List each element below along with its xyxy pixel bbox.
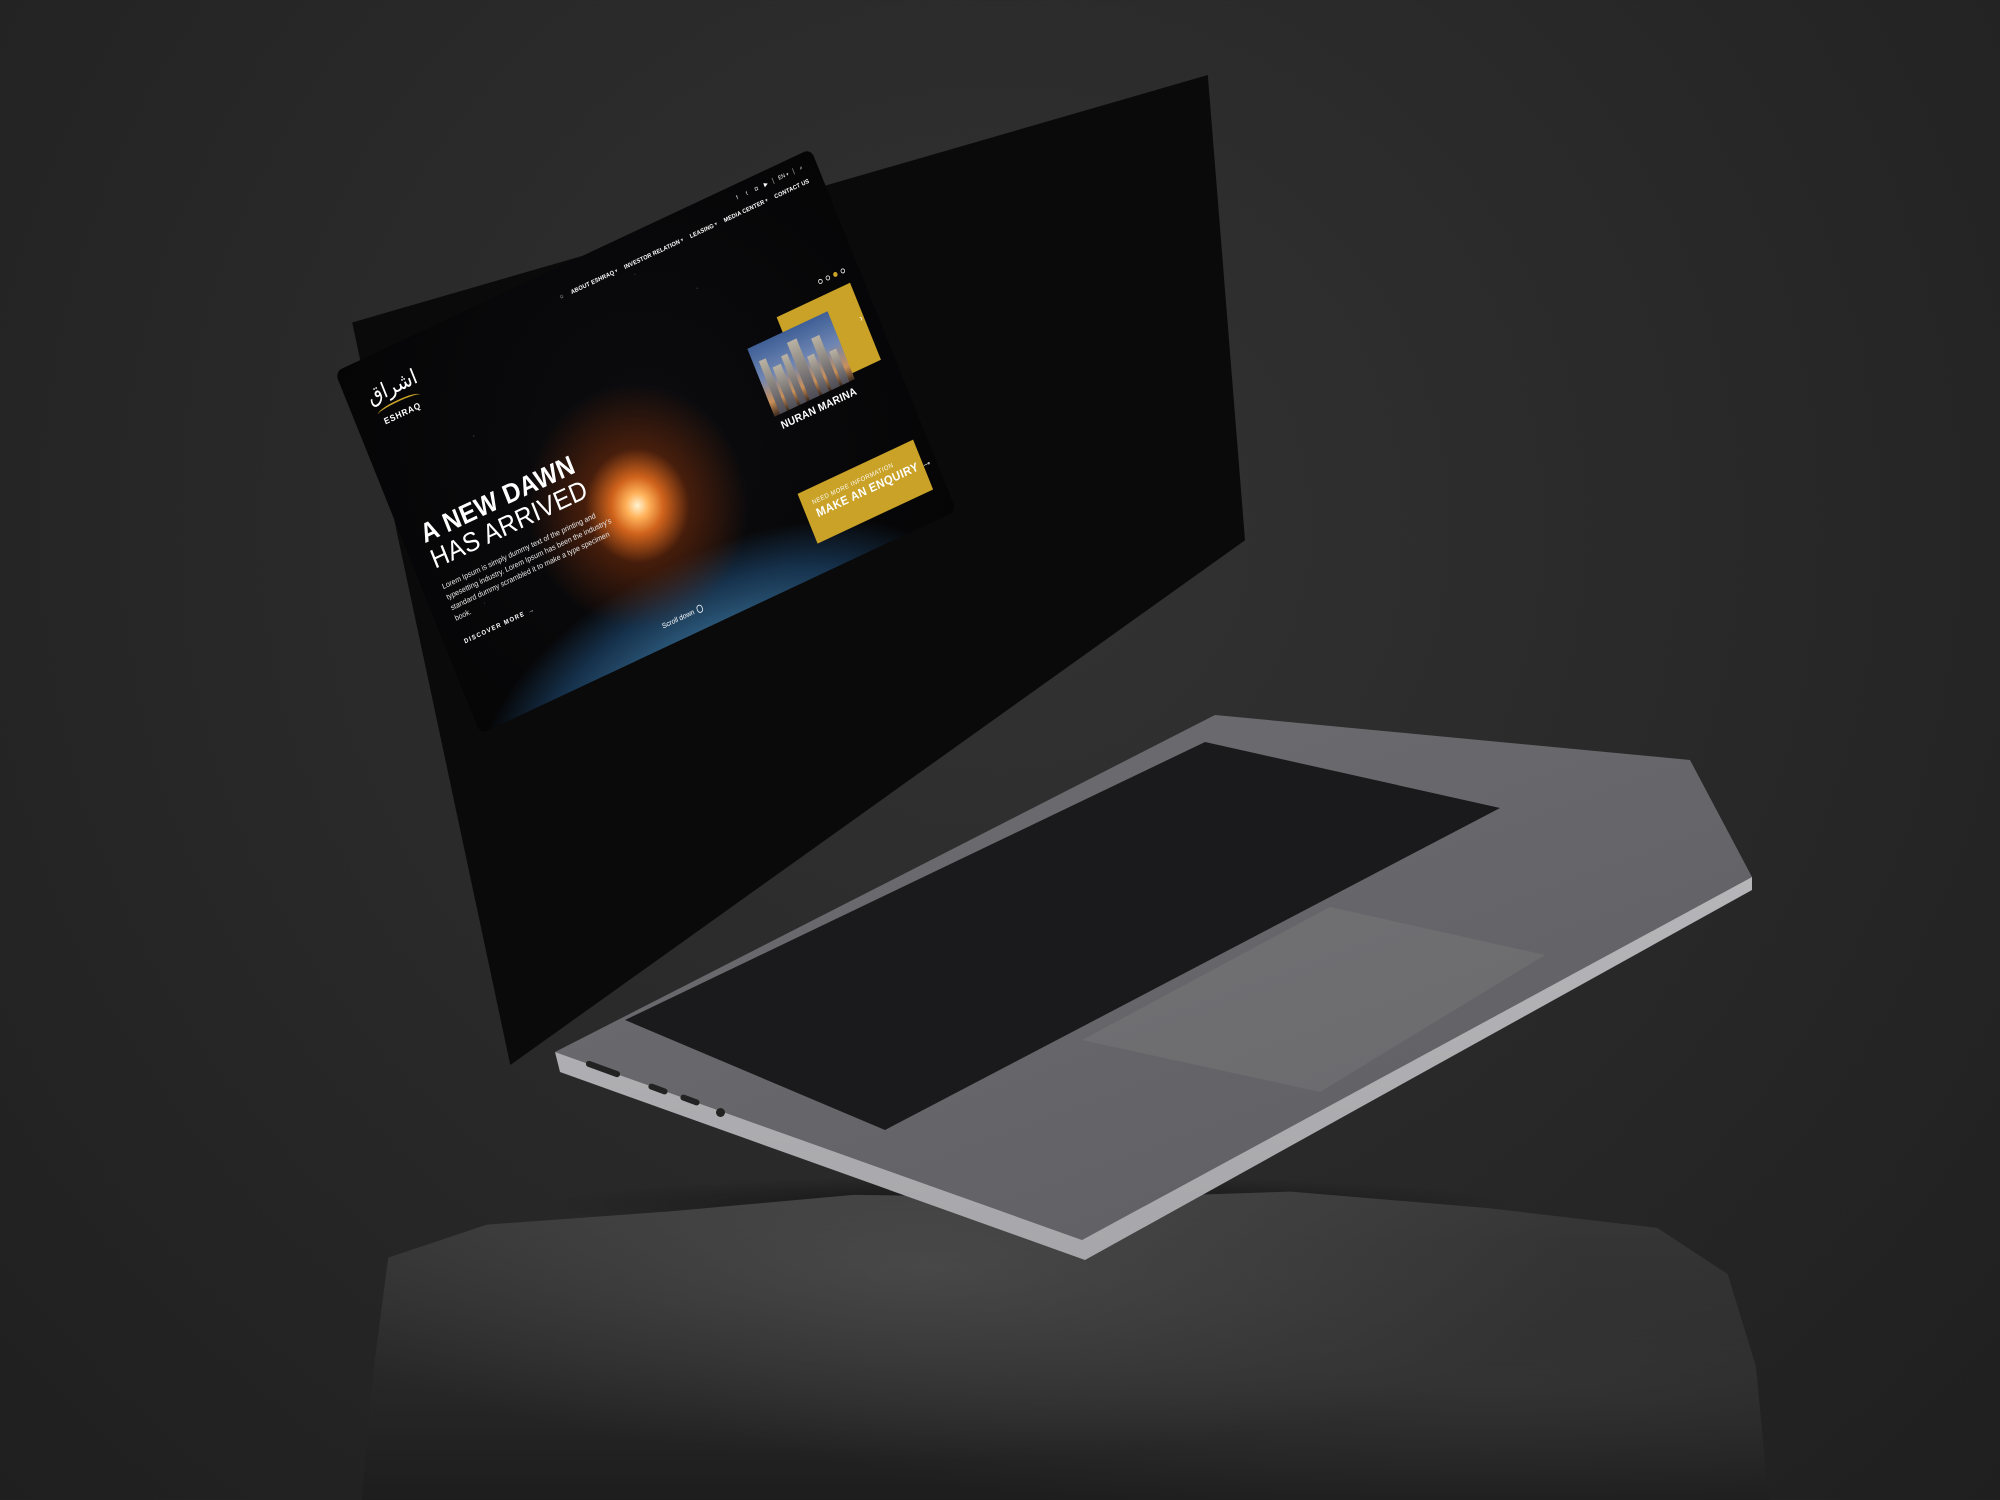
chevron-down-icon: ▾ [614,268,619,275]
topbar-divider [791,168,796,175]
home-icon[interactable]: ⌂ [558,293,565,301]
headphone-jack [716,1108,725,1117]
chevron-down-icon: ▾ [764,198,769,204]
chevron-down-icon: ▾ [680,237,685,244]
chevron-down-icon: ▾ [714,221,719,228]
topbar-divider [771,177,775,184]
arrow-right-icon: → [526,605,537,616]
